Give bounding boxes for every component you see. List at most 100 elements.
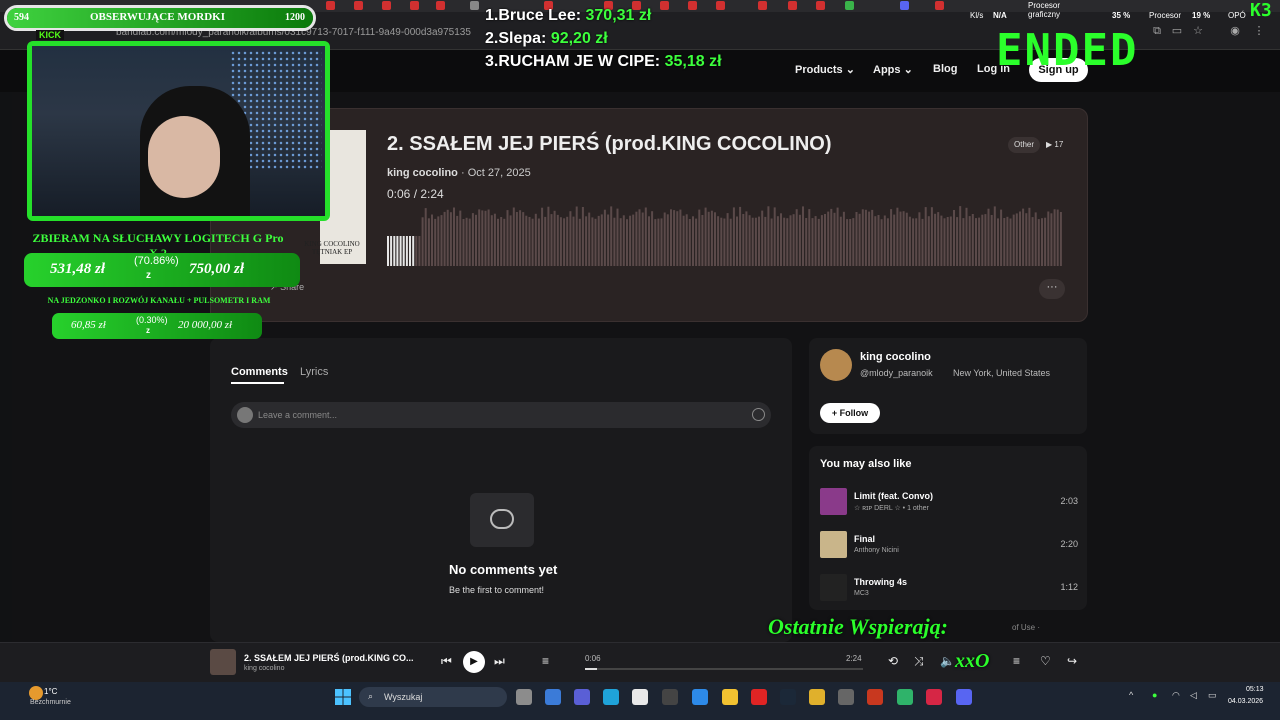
tab-icon[interactable] [688, 1, 697, 10]
player-track-title[interactable]: 2. SSAŁEM JEJ PIERŚ (prod.KING CO... [244, 653, 414, 663]
tab-icon[interactable] [354, 1, 363, 10]
waveform-bar [553, 210, 556, 266]
tab-icon[interactable] [436, 1, 445, 10]
volume-icon[interactable]: 🔈 [940, 654, 955, 668]
tab-icon[interactable] [845, 1, 854, 10]
queue-icon[interactable]: ≡ [542, 654, 549, 668]
tab-icon[interactable] [716, 1, 725, 10]
tab-icon[interactable] [470, 1, 479, 10]
bookmark-star-icon[interactable]: ☆ [1191, 24, 1205, 38]
clock-time[interactable]: 05:13 [1246, 686, 1264, 693]
windows-start-icon[interactable] [335, 689, 351, 705]
waveform-bar [764, 216, 767, 266]
teams-icon[interactable] [574, 689, 590, 705]
waveform-bar [962, 218, 965, 266]
emoji-icon[interactable] [752, 408, 765, 421]
add-to-playlist-icon[interactable]: ≡ [1013, 654, 1020, 668]
weather-icon[interactable] [29, 686, 43, 700]
microphone-icon[interactable]: ● [1152, 690, 1157, 700]
taskbar-search[interactable] [359, 687, 507, 707]
share-icon[interactable]: ↪ [1067, 654, 1077, 668]
tab-icon[interactable] [935, 1, 944, 10]
wifi-icon[interactable]: ◠ [1172, 690, 1180, 701]
volume-icon[interactable]: ◁ [1190, 690, 1197, 701]
waveform-bar [427, 218, 430, 266]
folder-icon[interactable] [722, 689, 738, 705]
profile-icon[interactable]: ◉ [1228, 24, 1242, 38]
genre-badge[interactable]: Other [1008, 137, 1041, 153]
tab-comments[interactable]: Comments [231, 366, 288, 378]
recommendation-thumb [820, 488, 847, 515]
chrome-icon[interactable] [809, 689, 825, 705]
weather-temp[interactable]: 1°C [44, 687, 57, 696]
tab-icon[interactable] [816, 1, 825, 10]
recommendation-item[interactable]: Limit (feat. Convo) ☆ ʀɪᴘ DERL ☆ • 1 oth… [820, 488, 1078, 516]
nav-blog[interactable]: Blog [933, 63, 957, 75]
artist-name[interactable]: king cocolino [860, 351, 931, 363]
player-artist[interactable]: king cocolino [244, 665, 284, 672]
youtube-icon[interactable] [751, 689, 767, 705]
steam-icon[interactable] [780, 689, 796, 705]
waveform-bar [817, 218, 820, 266]
waveform-bar [864, 209, 867, 266]
tab-icon[interactable] [900, 1, 909, 10]
comment-placeholder[interactable]: Leave a comment... [258, 410, 337, 420]
kl-value: N/A [993, 11, 1007, 20]
app-icon[interactable] [545, 689, 561, 705]
recommendation-item[interactable]: Final Anthony Nicini 2:20 [820, 531, 1078, 559]
heart-icon[interactable]: ♡ [1040, 654, 1051, 668]
waveform[interactable] [387, 206, 1063, 266]
terms-link[interactable]: of Use · [1012, 623, 1040, 632]
weather-desc[interactable]: Bezchmurnie [30, 699, 71, 706]
follow-button[interactable]: + Follow [820, 403, 880, 423]
edge-icon[interactable] [603, 689, 619, 705]
waveform-bar [673, 210, 676, 266]
track-artist-link[interactable]: king cocolino [387, 167, 458, 179]
app-icon[interactable] [867, 689, 883, 705]
waveform-bar [446, 209, 449, 266]
more-options-button[interactable]: ··· [1039, 279, 1065, 299]
cast-icon[interactable]: ▭ [1170, 24, 1184, 38]
waveform-bar [1031, 217, 1034, 266]
app-icon[interactable] [926, 689, 942, 705]
waveform-bar [424, 208, 427, 266]
task-view-icon[interactable] [516, 689, 532, 705]
chatgpt-icon[interactable] [838, 689, 854, 705]
tab-icon[interactable] [758, 1, 767, 10]
nav-apps[interactable]: Apps ⌄ [873, 63, 913, 76]
nav-products[interactable]: Products ⌄ [795, 63, 855, 76]
waveform-bar [767, 206, 770, 266]
tab-lyrics[interactable]: Lyrics [300, 366, 328, 378]
artist-avatar[interactable] [820, 349, 852, 381]
clock-date[interactable]: 04.03.2026 [1228, 698, 1263, 705]
waveform-bar [1003, 218, 1006, 266]
tab-icon[interactable] [326, 1, 335, 10]
next-track-icon[interactable]: ⏭ [494, 654, 505, 669]
app-icon[interactable] [662, 689, 678, 705]
waveform-bar [512, 207, 515, 266]
translate-icon[interactable]: ⧉ [1150, 24, 1164, 38]
repeat-icon[interactable]: ⟲ [888, 654, 898, 668]
waveform-bar [528, 217, 531, 266]
tab-icon[interactable] [410, 1, 419, 10]
dropbox-icon[interactable] [692, 689, 708, 705]
progress-track[interactable] [585, 668, 863, 670]
store-icon[interactable] [632, 689, 648, 705]
waveform-bar [563, 218, 566, 266]
previous-track-icon[interactable]: ⏮ [441, 654, 452, 669]
tab-icon[interactable] [660, 1, 669, 10]
menu-dots-icon[interactable]: ⋮ [1252, 24, 1266, 38]
play-icon: ▶ [1046, 140, 1053, 149]
app-icon[interactable] [897, 689, 913, 705]
tab-icon[interactable] [382, 1, 391, 10]
waveform-bar [409, 236, 411, 266]
player-thumbnail[interactable] [210, 649, 236, 675]
recommendation-item[interactable]: Throwing 4s MC3 1:12 [820, 574, 1078, 602]
play-button[interactable]: ▶ [463, 651, 485, 673]
tab-icon[interactable] [788, 1, 797, 10]
battery-icon[interactable]: ▭ [1208, 690, 1217, 701]
chevron-up-icon[interactable]: ^ [1129, 690, 1133, 700]
taskbar-search-label[interactable]: Wyszukaj [384, 692, 422, 702]
shuffle-icon[interactable]: ⤨ [914, 654, 924, 669]
discord-icon[interactable] [956, 689, 972, 705]
